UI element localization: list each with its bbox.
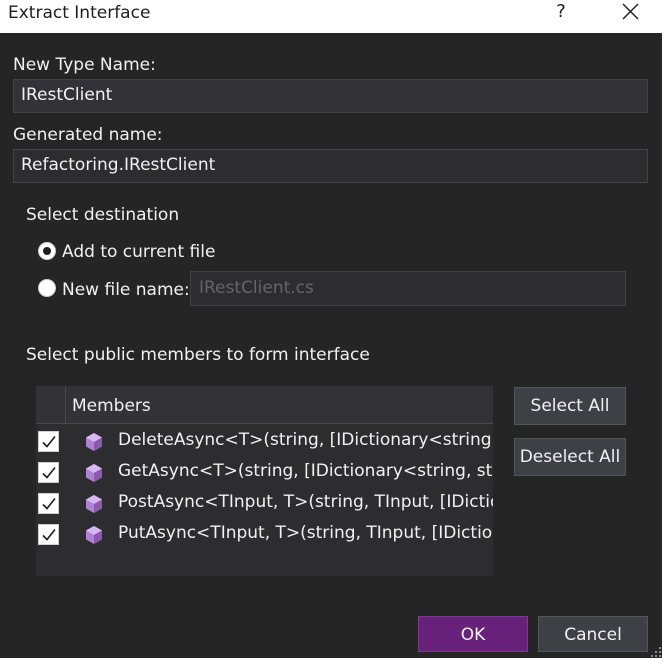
checkmark-icon [42,498,56,510]
window-title: Extract Interface [8,3,151,23]
radio-current-file-label[interactable]: Add to current file [62,242,215,262]
resize-grip-icon[interactable] [650,646,662,658]
generated-name-label: Generated name: [13,125,163,145]
select-all-button[interactable]: Select All [514,387,626,425]
member-row[interactable]: PostAsync<TInput, T>(string, TInput, [ID… [36,490,493,521]
radio-new-file[interactable] [38,279,56,297]
members-column-header[interactable]: Members [72,396,151,416]
member-row[interactable]: PutAsync<TInput, T>(string, TInput, [IDi… [36,521,493,552]
header-separator [65,386,66,424]
close-button[interactable] [612,0,650,26]
member-row[interactable]: GetAsync<T>(string, [IDictionary<string,… [36,459,493,490]
member-checkbox[interactable] [38,431,59,452]
method-icon [86,464,102,482]
deselect-all-button[interactable]: Deselect All [514,438,626,476]
member-name: GetAsync<T>(string, [IDictionary<string,… [118,461,493,481]
destination-group-label: Select destination [26,205,180,225]
type-name-input[interactable]: IRestClient [13,79,648,113]
cancel-button[interactable]: Cancel [538,616,648,652]
member-row[interactable]: DeleteAsync<T>(string, [IDictionary<stri… [36,428,493,459]
member-name: PostAsync<TInput, T>(string, TInput, [ID… [118,492,493,512]
method-icon [86,526,102,544]
member-name: DeleteAsync<T>(string, [IDictionary<stri… [118,430,493,450]
help-icon[interactable]: ? [546,0,576,26]
title-bar: Extract Interface ? [0,0,662,33]
generated-name-field: Refactoring.IRestClient [13,149,648,183]
members-grid-header: Members [36,386,493,424]
checkmark-icon [42,436,56,448]
member-checkbox[interactable] [38,524,59,545]
member-name: PutAsync<TInput, T>(string, TInput, [IDi… [118,523,493,543]
close-icon [622,3,639,20]
members-grid[interactable]: Members DeleteAsync<T>(string, [IDiction… [36,386,493,576]
method-icon [86,433,102,451]
radio-current-file[interactable] [38,242,56,260]
member-checkbox[interactable] [38,493,59,514]
new-file-name-input: IRestClient.cs [190,271,626,306]
method-icon [86,495,102,513]
members-section-label: Select public members to form interface [26,345,370,365]
checkmark-icon [42,467,56,479]
member-checkbox[interactable] [38,462,59,483]
ok-button[interactable]: OK [418,616,528,652]
radio-new-file-label[interactable]: New file name: [62,280,190,300]
type-name-label: New Type Name: [13,55,156,75]
checkmark-icon [42,529,56,541]
